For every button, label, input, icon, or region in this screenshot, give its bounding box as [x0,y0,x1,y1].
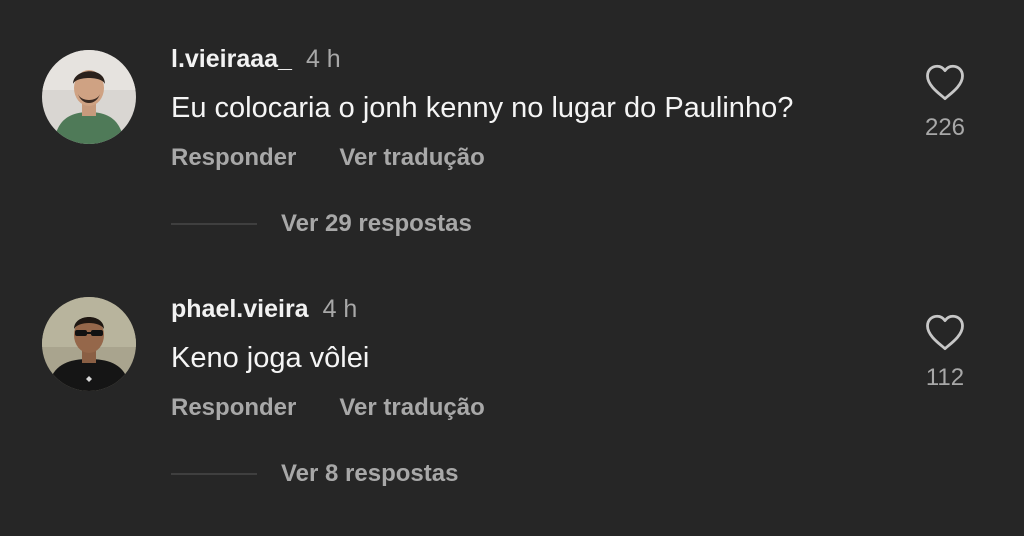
replies-divider [171,473,257,475]
reply-button[interactable]: Responder [171,144,296,172]
replies-divider [171,223,257,225]
avatar[interactable] [42,50,136,144]
view-replies-label[interactable]: Ver 29 respostas [281,210,472,238]
heart-outline-icon[interactable] [924,62,966,102]
comment-actions: Responder Ver tradução [171,144,485,172]
comment-text: Keno joga vôlei [171,342,370,374]
username-text[interactable]: phael.vieira [171,295,309,323]
avatar[interactable] [42,297,136,391]
comment-time: 4 h [305,45,341,73]
view-replies-button[interactable]: Ver 29 respostas [171,210,472,238]
comment-text: Eu colocaria o jonh kenny no lugar do Pa… [171,92,794,124]
username[interactable]: l.vieiraaa_ 4 h [171,45,341,74]
profile-photo-icon [42,297,136,391]
comment-time: 4 h [322,295,358,323]
profile-photo-icon [42,50,136,144]
like-count: 112 [925,364,965,391]
reply-button[interactable]: Responder [171,394,296,422]
username[interactable]: phael.vieira 4 h [171,295,357,324]
comment-item: l.vieiraaa_ 4 h Eu colocaria o jonh kenny… [0,0,1024,250]
comment-item: phael.vieira 4 h Keno joga vôlei Responde… [0,250,1024,500]
heart-outline-icon[interactable] [924,312,966,352]
view-replies-button[interactable]: Ver 8 respostas [171,460,458,488]
like-control: 226 [915,62,975,142]
comment-actions: Responder Ver tradução [171,394,485,422]
like-control: 112 [915,312,975,392]
translate-button[interactable]: Ver tradução [339,144,484,172]
translate-button[interactable]: Ver tradução [339,394,484,422]
username-text[interactable]: l.vieiraaa_ [171,45,292,73]
view-replies-label[interactable]: Ver 8 respostas [281,460,458,488]
like-count: 226 [924,114,966,141]
